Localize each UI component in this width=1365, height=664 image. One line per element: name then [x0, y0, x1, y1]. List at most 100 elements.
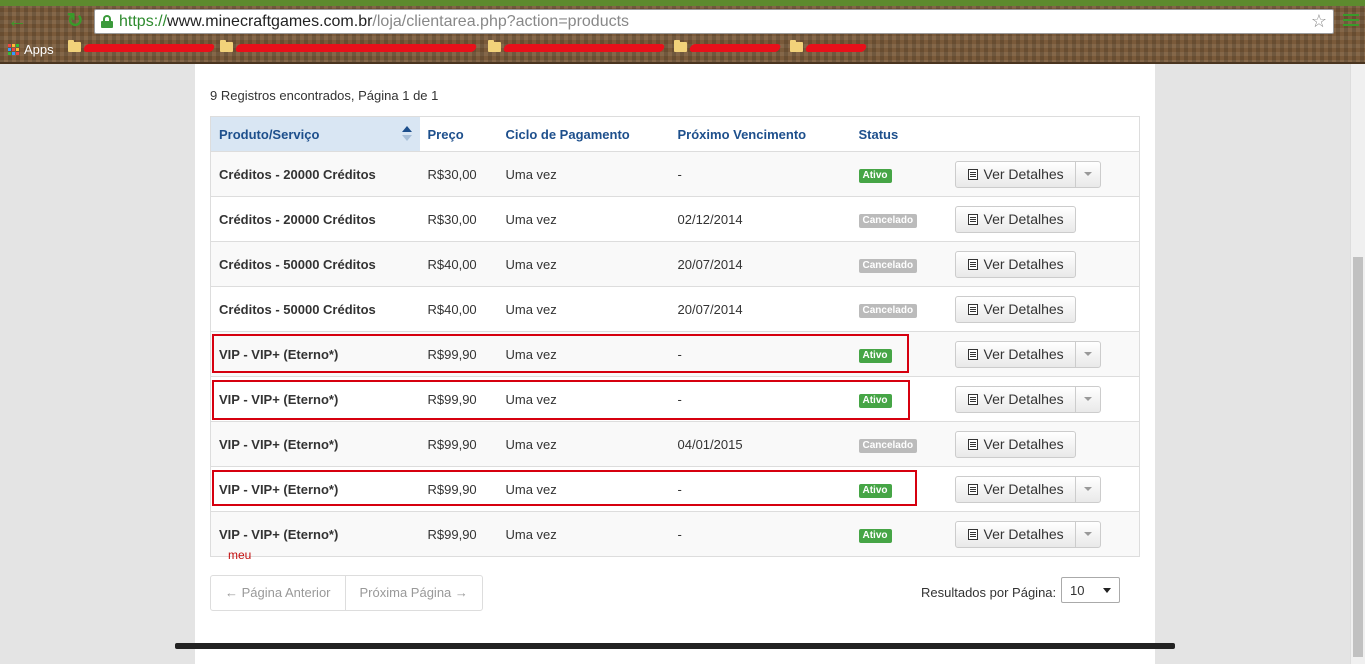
browser-menu-icon[interactable]: [1343, 14, 1359, 26]
address-bar[interactable]: https://www.minecraftgames.com.br/loja/c…: [94, 9, 1334, 34]
folder-icon: [220, 40, 233, 52]
bookmark-redacted[interactable]: [68, 40, 218, 54]
annotation-label: meu: [228, 548, 252, 562]
back-arrow-icon[interactable]: ←: [6, 11, 28, 33]
next-page-button[interactable]: Próxima Página →: [346, 576, 482, 610]
details-dropdown-toggle[interactable]: [1074, 341, 1100, 367]
cell-due: 20/07/2014: [669, 241, 851, 287]
cell-status: Ativo: [850, 151, 947, 197]
cell-price: R$99,90: [419, 511, 498, 557]
cell-actions: Ver Detalhes: [946, 241, 1140, 287]
redaction-scribble: [688, 44, 782, 52]
pagination: ← Página Anterior Próxima Página →: [210, 575, 483, 611]
annotation-box: [212, 470, 917, 506]
view-details-button[interactable]: Ver Detalhes: [956, 432, 1075, 457]
records-summary: 9 Registros encontrados, Página 1 de 1: [210, 88, 439, 103]
details-button-group: Ver Detalhes: [954, 250, 1076, 278]
column-header-due[interactable]: Próximo Vencimento: [669, 116, 851, 152]
view-details-button[interactable]: Ver Detalhes: [956, 252, 1075, 277]
table-row: Créditos - 50000 Créditos R$40,00 Uma vez 2…: [210, 241, 1140, 287]
column-header-cycle[interactable]: Ciclo de Pagamento: [497, 116, 670, 152]
browser-chrome: ← ↻ https://www.minecraftgames.com.br/lo…: [0, 0, 1365, 64]
bookmark-redacted[interactable]: [488, 40, 668, 54]
column-header-status[interactable]: Status: [850, 116, 947, 152]
status-badge: Ativo: [858, 168, 892, 183]
annotation-box: [212, 334, 909, 373]
cell-price: R$40,00: [419, 286, 498, 332]
per-page-label: Resultados por Página:: [921, 585, 1057, 600]
view-details-button[interactable]: Ver Detalhes: [956, 477, 1075, 502]
column-header-product[interactable]: Produto/Serviço: [210, 116, 420, 152]
previous-page-button[interactable]: ← Página Anterior: [211, 576, 346, 610]
view-details-button[interactable]: Ver Detalhes: [956, 387, 1075, 412]
document-icon: [967, 168, 978, 180]
lock-icon: [101, 15, 113, 28]
details-button-group: Ver Detalhes: [954, 160, 1101, 188]
details-dropdown-toggle[interactable]: [1074, 521, 1100, 547]
status-badge: Cancelado: [858, 258, 918, 273]
redaction-scribble: [804, 44, 868, 52]
view-details-button[interactable]: Ver Detalhes: [956, 522, 1075, 547]
table-row: VIP - VIP+ (Eterno*) R$99,90 Uma vez - Ativo…: [210, 511, 1140, 557]
details-button-group: Ver Detalhes: [954, 205, 1076, 233]
redaction-scribble: [502, 44, 666, 52]
status-badge: Ativo: [858, 528, 892, 543]
caret-down-icon: [1083, 532, 1092, 536]
cell-status: Ativo: [850, 511, 947, 557]
bookmark-star-icon[interactable]: ☆: [1311, 11, 1327, 32]
details-button-group: Ver Detalhes: [954, 520, 1101, 548]
details-button-group: Ver Detalhes: [954, 430, 1076, 458]
per-page-select[interactable]: 10: [1061, 577, 1120, 603]
reload-icon[interactable]: ↻: [64, 11, 86, 33]
cell-cycle: Uma vez: [497, 511, 670, 557]
horizontal-scrollbar[interactable]: [175, 643, 1175, 649]
cell-actions: Ver Detalhes: [946, 286, 1140, 332]
cell-cycle: Uma vez: [497, 241, 670, 287]
document-icon: [967, 528, 978, 540]
bookmark-redacted[interactable]: [790, 40, 870, 54]
cell-cycle: Uma vez: [497, 286, 670, 332]
document-icon: [967, 348, 978, 360]
document-icon: [967, 258, 978, 270]
cell-product: Créditos - 20000 Créditos: [210, 196, 420, 242]
document-icon: [967, 393, 978, 405]
details-dropdown-toggle[interactable]: [1074, 161, 1100, 187]
view-details-button[interactable]: Ver Detalhes: [956, 342, 1075, 367]
caret-down-icon: [1083, 172, 1092, 176]
chevron-down-icon: [1103, 588, 1111, 593]
cell-actions: Ver Detalhes: [946, 196, 1140, 242]
details-dropdown-toggle[interactable]: [1074, 386, 1100, 412]
column-header-actions: [946, 116, 1140, 152]
apps-shortcut[interactable]: Apps: [8, 42, 54, 57]
document-icon: [967, 438, 978, 450]
chrome-grass-strip: [0, 0, 1365, 6]
cell-cycle: Uma vez: [497, 421, 670, 467]
cell-price: R$30,00: [419, 151, 498, 197]
details-dropdown-toggle[interactable]: [1074, 476, 1100, 502]
bookmark-redacted[interactable]: [220, 40, 480, 54]
status-badge: Cancelado: [858, 438, 918, 453]
annotation-box: [212, 380, 910, 420]
table-row: Créditos - 20000 Créditos R$30,00 Uma vez 0…: [210, 196, 1140, 242]
folder-icon: [68, 40, 81, 52]
cell-product: VIP - VIP+ (Eterno*): [210, 421, 420, 467]
column-header-price[interactable]: Preço: [419, 116, 498, 152]
cell-status: Cancelado: [850, 421, 947, 467]
cell-price: R$30,00: [419, 196, 498, 242]
cell-product: Créditos - 50000 Créditos: [210, 241, 420, 287]
view-details-button[interactable]: Ver Detalhes: [956, 162, 1075, 187]
page-scrollbar[interactable]: [1350, 64, 1365, 664]
scrollbar-thumb[interactable]: [1353, 257, 1363, 657]
view-details-button[interactable]: Ver Detalhes: [956, 207, 1075, 232]
view-details-button[interactable]: Ver Detalhes: [956, 297, 1075, 322]
details-button-group: Ver Detalhes: [954, 295, 1076, 323]
cell-due: 02/12/2014: [669, 196, 851, 242]
url-text[interactable]: https://www.minecraftgames.com.br/loja/c…: [119, 13, 629, 31]
bookmark-redacted[interactable]: [674, 40, 784, 54]
details-button-group: Ver Detalhes: [954, 385, 1101, 413]
table-row: Créditos - 50000 Créditos R$40,00 Uma vez 2…: [210, 286, 1140, 332]
cell-price: R$40,00: [419, 241, 498, 287]
cell-actions: Ver Detalhes: [946, 151, 1140, 197]
cell-price: R$99,90: [419, 421, 498, 467]
cell-status: Cancelado: [850, 196, 947, 242]
